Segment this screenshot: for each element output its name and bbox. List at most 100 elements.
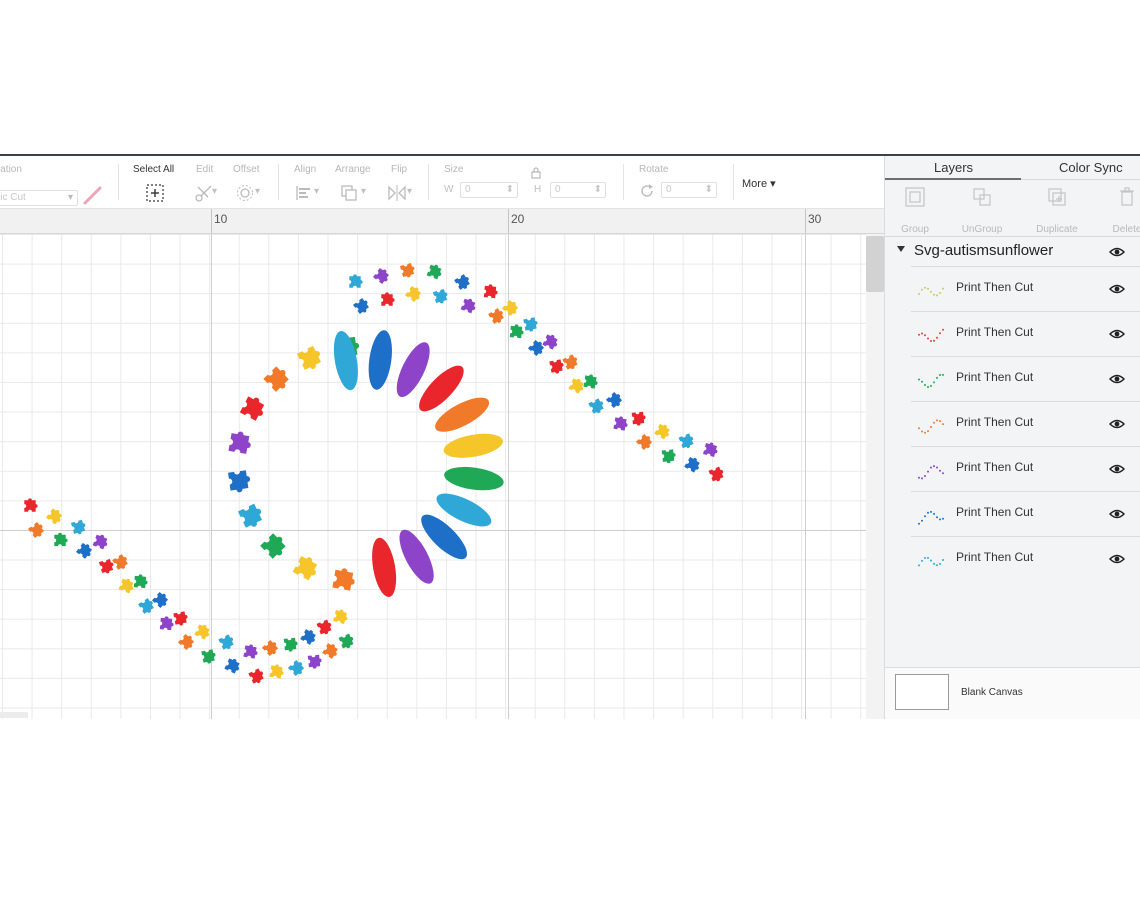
canvas-swatch[interactable] bbox=[895, 674, 949, 710]
height-input[interactable]: 0 ⬍ bbox=[550, 182, 606, 198]
vertical-scrollbar[interactable] bbox=[866, 234, 884, 719]
offset-icon bbox=[237, 185, 253, 201]
operation-select[interactable]: Basic Cut ▾ bbox=[0, 190, 78, 206]
puzzle-piece bbox=[338, 633, 354, 649]
layer-name: Print Then Cut bbox=[956, 550, 1034, 564]
puzzle-piece bbox=[654, 423, 670, 440]
horizontal-scrollbar[interactable] bbox=[0, 712, 28, 718]
more-button[interactable]: More ▾ bbox=[742, 177, 776, 190]
puzzle-piece bbox=[661, 449, 676, 464]
ungroup-label: UnGroup bbox=[961, 224, 1003, 235]
tab-color-sync[interactable]: Color Sync bbox=[1059, 160, 1123, 175]
layer-item[interactable]: Print Then Cut bbox=[911, 401, 1140, 446]
puzzle-piece bbox=[381, 292, 395, 306]
puzzle-piece bbox=[28, 522, 44, 538]
scroll-thumb[interactable] bbox=[866, 236, 884, 292]
arrange-label: Arrange bbox=[335, 164, 371, 175]
puzzle-piece bbox=[542, 334, 558, 350]
eye-icon[interactable] bbox=[1109, 246, 1125, 258]
puzzle-piece bbox=[133, 574, 148, 589]
rotate-input[interactable]: 0 ⬍ bbox=[661, 182, 717, 198]
size-label: Size bbox=[444, 164, 464, 175]
layer-thumbnail bbox=[918, 510, 944, 525]
puzzle-piece bbox=[218, 634, 234, 650]
arrange-button[interactable] bbox=[335, 182, 363, 204]
puzzle-piece bbox=[296, 345, 321, 370]
pen-color-icon[interactable] bbox=[82, 184, 104, 206]
layer-thumbnail bbox=[918, 286, 944, 297]
puzzle-piece bbox=[287, 659, 305, 677]
puzzle-piece bbox=[353, 298, 369, 314]
rotate-label: Rotate bbox=[639, 164, 669, 175]
group-icon bbox=[905, 187, 925, 207]
puzzle-piece bbox=[583, 374, 598, 389]
divider bbox=[278, 164, 279, 200]
duplicate-button[interactable]: Duplicate bbox=[1027, 186, 1087, 235]
puzzle-piece bbox=[527, 339, 545, 357]
ungroup-button[interactable]: UnGroup bbox=[952, 186, 1012, 235]
puzzle-piece bbox=[549, 359, 564, 374]
flip-label: Flip bbox=[391, 164, 408, 175]
caret-down-icon[interactable] bbox=[897, 246, 905, 252]
canvas-settings[interactable]: Blank Canvas bbox=[885, 667, 1140, 719]
eye-icon[interactable] bbox=[1109, 508, 1125, 520]
layer-item[interactable]: Print Then Cut bbox=[911, 311, 1140, 356]
duplicate-icon bbox=[1048, 188, 1066, 206]
puzzle-piece bbox=[684, 456, 700, 473]
eye-icon[interactable] bbox=[1109, 328, 1125, 340]
divider bbox=[118, 164, 119, 200]
puzzle-piece bbox=[605, 391, 623, 409]
canvas-label: Blank Canvas bbox=[961, 687, 1023, 698]
chevron-down-icon: ▾ bbox=[361, 186, 367, 197]
eye-icon[interactable] bbox=[1109, 418, 1125, 430]
puzzle-piece bbox=[201, 649, 216, 664]
puzzle-piece bbox=[151, 591, 169, 609]
design-canvas[interactable] bbox=[0, 234, 866, 719]
stepper-icon: ⬍ bbox=[505, 184, 514, 195]
layer-item[interactable]: Print Then Cut bbox=[911, 491, 1140, 536]
eye-icon[interactable] bbox=[1109, 553, 1125, 565]
puzzle-piece bbox=[24, 498, 38, 512]
layers-panel: Layers Color Sync Group UnGroup Duplicat… bbox=[884, 156, 1140, 719]
puzzle-piece bbox=[46, 508, 62, 525]
group-label: Group bbox=[901, 224, 929, 235]
puzzle-piece bbox=[405, 286, 421, 302]
layer-thumbnail bbox=[918, 419, 944, 434]
puzzle-piece bbox=[316, 619, 332, 635]
scissors-icon bbox=[195, 185, 212, 202]
ruler-label: 30 bbox=[808, 212, 822, 226]
layer-item[interactable]: Print Then Cut bbox=[911, 536, 1140, 581]
delete-label: Delete bbox=[1112, 224, 1140, 235]
stepper-icon: ⬍ bbox=[593, 184, 602, 195]
puzzle-piece bbox=[432, 288, 448, 304]
layer-item[interactable]: Print Then Cut bbox=[911, 266, 1140, 311]
layer-item[interactable]: Print Then Cut bbox=[911, 446, 1140, 491]
autism-sunflower-design[interactable] bbox=[0, 234, 866, 719]
ruler-tick bbox=[508, 209, 509, 233]
delete-button[interactable]: Delete bbox=[1097, 186, 1140, 235]
ruler-tick bbox=[211, 209, 212, 233]
puzzle-piece bbox=[292, 556, 318, 581]
eye-icon[interactable] bbox=[1109, 283, 1125, 295]
width-input[interactable]: 0 ⬍ bbox=[460, 182, 518, 198]
group-button[interactable]: Group bbox=[885, 186, 945, 235]
sunflower-petal bbox=[443, 433, 503, 458]
lock-icon[interactable] bbox=[530, 167, 542, 179]
eye-icon[interactable] bbox=[1109, 373, 1125, 385]
chevron-down-icon: ▾ bbox=[407, 186, 413, 197]
puzzle-piece bbox=[454, 274, 470, 290]
puzzle-piece bbox=[678, 433, 694, 449]
puzzle-piece bbox=[307, 654, 322, 669]
layer-thumbnail bbox=[918, 328, 944, 342]
arrange-icon bbox=[341, 185, 357, 201]
puzzle-piece bbox=[703, 442, 718, 457]
layer-item[interactable]: Print Then Cut bbox=[911, 356, 1140, 401]
select-all-button[interactable] bbox=[141, 182, 169, 204]
puzzle-piece bbox=[501, 299, 519, 317]
offset-label: Offset bbox=[233, 164, 260, 175]
layer-name: Print Then Cut bbox=[956, 460, 1034, 474]
tab-layers[interactable]: Layers bbox=[934, 160, 973, 175]
layer-group-row[interactable]: Svg-autismsunflower bbox=[885, 238, 1140, 266]
eye-icon[interactable] bbox=[1109, 463, 1125, 475]
select-all-icon bbox=[146, 184, 164, 202]
